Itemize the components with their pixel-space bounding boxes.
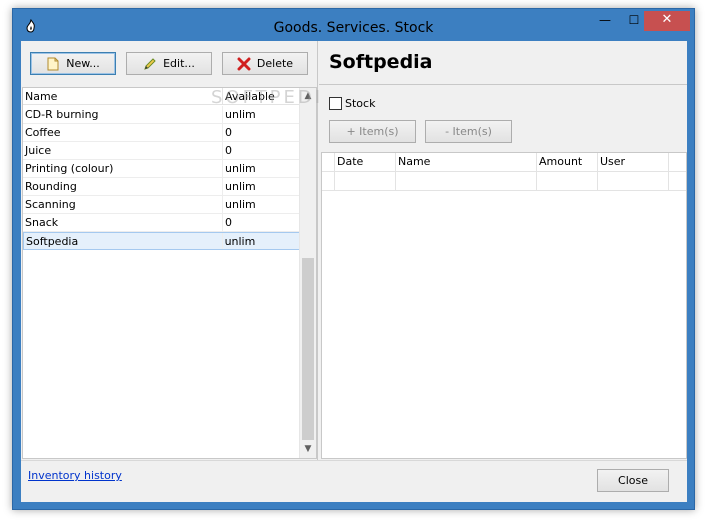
minimize-button[interactable]: — xyxy=(590,11,620,31)
grid-cell[interactable] xyxy=(537,172,598,190)
stock-checkbox[interactable]: Stock xyxy=(329,97,375,110)
edit-button[interactable]: Edit... xyxy=(126,52,212,75)
stock-checkbox-label: Stock xyxy=(345,97,376,110)
grid-cell[interactable] xyxy=(396,172,537,190)
checkbox-box[interactable] xyxy=(329,97,342,110)
scroll-down-icon[interactable]: ▼ xyxy=(300,441,316,458)
list-item[interactable]: Juice 0 xyxy=(23,142,301,160)
grid-header-user[interactable]: User xyxy=(598,153,669,171)
list-rows: CD-R burning unlim Coffee 0 Juice 0 Prin… xyxy=(23,106,301,250)
pencil-icon xyxy=(144,57,156,70)
items-list[interactable]: Name Available CD-R burning unlim Coffee… xyxy=(22,87,317,459)
item-name: Scanning xyxy=(23,196,223,213)
list-item[interactable]: Scanning unlim xyxy=(23,196,301,214)
scrollbar-thumb[interactable] xyxy=(302,258,314,440)
list-item[interactable]: Rounding unlim xyxy=(23,178,301,196)
item-available: unlim xyxy=(224,235,256,248)
inventory-history-link[interactable]: Inventory history xyxy=(28,469,122,482)
delete-button[interactable]: Delete xyxy=(222,52,308,75)
left-pane: New... Edit... Delete Name Available CD-… xyxy=(21,41,335,460)
row-indicator xyxy=(322,172,335,190)
grid-header: Date Name Amount User xyxy=(322,153,686,172)
edit-button-label: Edit... xyxy=(163,57,195,70)
divider xyxy=(319,84,687,85)
close-window-button[interactable]: ✕ xyxy=(644,11,690,31)
new-document-icon xyxy=(47,57,59,70)
delete-x-icon xyxy=(237,57,251,70)
item-available: 0 xyxy=(225,144,232,157)
list-scrollbar[interactable]: ▲ ▼ xyxy=(299,88,316,458)
item-available: unlim xyxy=(225,180,256,193)
grid-cell[interactable] xyxy=(335,172,396,190)
item-available: unlim xyxy=(225,108,256,121)
item-name: Juice xyxy=(23,142,223,159)
list-item[interactable]: Coffee 0 xyxy=(23,124,301,142)
list-item-selected[interactable]: Softpedia unlim xyxy=(23,232,301,250)
client-area: New... Edit... Delete Name Available CD-… xyxy=(21,41,687,502)
delete-button-label: Delete xyxy=(256,57,294,70)
item-available: unlim xyxy=(225,198,256,211)
title-bar[interactable]: Goods. Services. Stock — ☐ ✕ xyxy=(13,9,694,42)
add-items-button[interactable]: + Item(s) xyxy=(329,120,416,143)
grid-cell[interactable] xyxy=(598,172,669,190)
list-item[interactable]: Snack 0 xyxy=(23,214,301,232)
row-indicator-header xyxy=(322,153,335,171)
grid-header-amount[interactable]: Amount xyxy=(537,153,598,171)
item-available: 0 xyxy=(225,126,232,139)
grid-header-date[interactable]: Date xyxy=(335,153,396,171)
item-name: Printing (colour) xyxy=(23,160,223,177)
list-item[interactable]: CD-R burning unlim xyxy=(23,106,301,124)
app-window: Goods. Services. Stock — ☐ ✕ New... Edit… xyxy=(12,8,695,510)
list-item[interactable]: Printing (colour) unlim xyxy=(23,160,301,178)
item-name: Coffee xyxy=(23,124,223,141)
footer-bar: Inventory history Close xyxy=(21,460,687,502)
grid-header-name[interactable]: Name xyxy=(396,153,537,171)
item-name: Softpedia xyxy=(24,233,223,249)
new-button-label: New... xyxy=(66,57,100,70)
stock-history-grid[interactable]: Date Name Amount User xyxy=(321,152,687,459)
details-title: Softpedia xyxy=(329,51,433,73)
item-name: Snack xyxy=(23,214,223,231)
item-name: CD-R burning xyxy=(23,106,223,123)
item-available: 0 xyxy=(225,216,232,229)
close-button[interactable]: Close xyxy=(597,469,669,492)
new-button[interactable]: New... xyxy=(30,52,116,75)
item-name: Rounding xyxy=(23,178,223,195)
column-header-name[interactable]: Name xyxy=(23,88,223,104)
item-available: unlim xyxy=(225,162,256,175)
right-pane: Softpedia Stock + Item(s) - Item(s) Date… xyxy=(319,41,687,460)
remove-items-button[interactable]: - Item(s) xyxy=(425,120,512,143)
grid-empty-row[interactable] xyxy=(322,172,686,191)
